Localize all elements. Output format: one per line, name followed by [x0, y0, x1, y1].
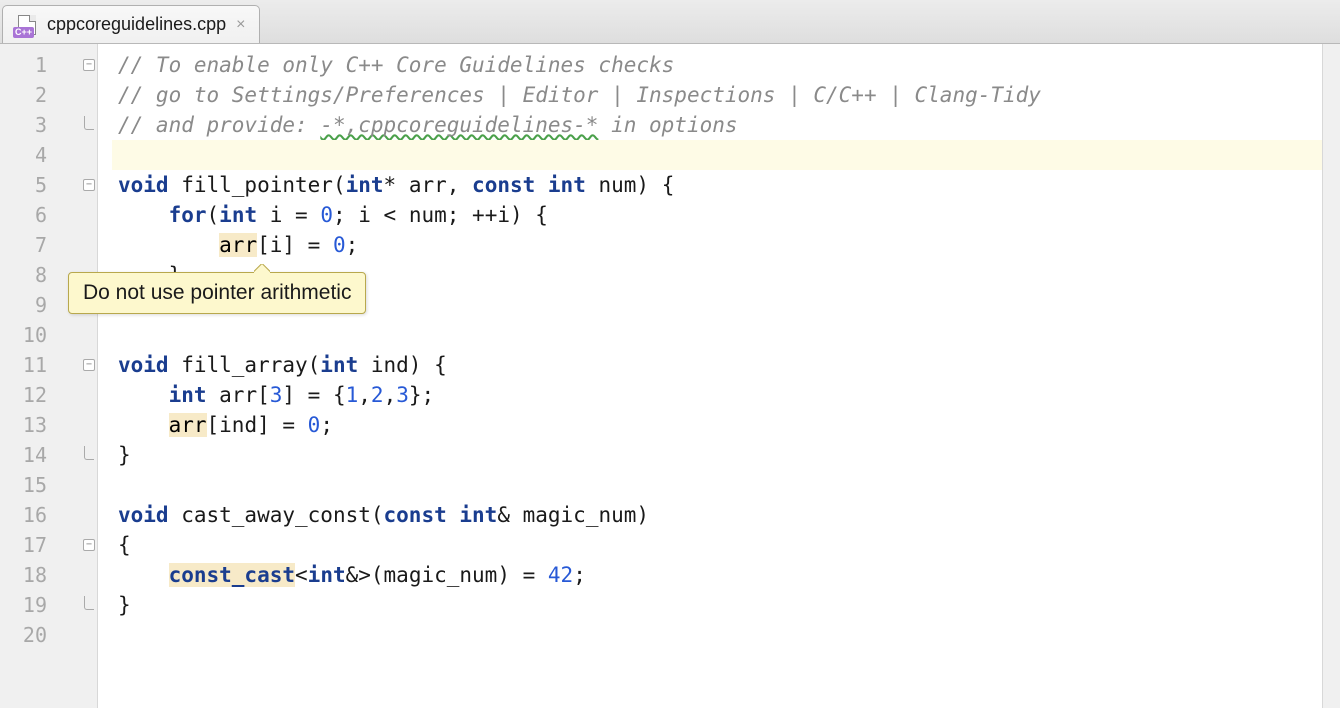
gutter[interactable]: 1− 2 3 4 5− 6 7 8 9 10 11− 12 13 14 15 1…	[0, 44, 98, 708]
line-number[interactable]: 7	[0, 230, 97, 260]
code-line[interactable]: for(int i = 0; i < num; ++i) {	[112, 200, 1322, 230]
line-number[interactable]: 6	[0, 200, 97, 230]
code-line[interactable]: void fill_array(int ind) {	[112, 350, 1322, 380]
close-icon[interactable]: ×	[234, 16, 247, 34]
fold-icon[interactable]: −	[83, 179, 95, 191]
code-line[interactable]: // and provide: -*,cppcoreguidelines-* i…	[112, 110, 1322, 140]
line-number[interactable]: 12	[0, 380, 97, 410]
cpp-file-icon: C++	[15, 14, 39, 36]
error-stripe[interactable]	[1322, 44, 1340, 708]
line-number[interactable]: 17−	[0, 530, 97, 560]
file-tab[interactable]: C++ cppcoreguidelines.cpp ×	[2, 5, 260, 43]
inspection-highlight[interactable]: arr	[169, 413, 207, 437]
inspection-highlight[interactable]: arr	[219, 233, 257, 257]
line-number[interactable]: 2	[0, 80, 97, 110]
code-line[interactable]: void cast_away_const(const int& magic_nu…	[112, 500, 1322, 530]
code-line[interactable]	[112, 320, 1322, 350]
line-number[interactable]: 20	[0, 620, 97, 650]
code-line[interactable]: int arr[3] = {1,2,3};	[112, 380, 1322, 410]
code-line[interactable]: }	[112, 440, 1322, 470]
code-line[interactable]	[112, 470, 1322, 500]
fold-icon[interactable]: −	[83, 59, 95, 71]
code-line[interactable]: arr[i] = 0;	[112, 230, 1322, 260]
editor: 1− 2 3 4 5− 6 7 8 9 10 11− 12 13 14 15 1…	[0, 44, 1340, 708]
line-number[interactable]: 5−	[0, 170, 97, 200]
code-line[interactable]: }	[112, 590, 1322, 620]
line-number[interactable]: 16	[0, 500, 97, 530]
code-line-current[interactable]	[112, 140, 1322, 170]
tab-bar: C++ cppcoreguidelines.cpp ×	[0, 0, 1340, 44]
tooltip-arrow-icon	[254, 264, 270, 273]
fold-icon[interactable]: −	[83, 359, 95, 371]
fold-end-icon	[84, 446, 94, 460]
line-number[interactable]: 1−	[0, 50, 97, 80]
code-line[interactable]: arr[ind] = 0;	[112, 410, 1322, 440]
fold-end-icon	[84, 116, 94, 130]
inspection-highlight[interactable]: const_cast	[169, 563, 295, 587]
code-area[interactable]: // To enable only C++ Core Guidelines ch…	[112, 44, 1322, 708]
tab-filename: cppcoreguidelines.cpp	[47, 14, 226, 35]
fold-icon[interactable]: −	[83, 539, 95, 551]
code-line[interactable]: const_cast<int&>(magic_num) = 42;	[112, 560, 1322, 590]
code-line[interactable]: {	[112, 530, 1322, 560]
line-number[interactable]: 10	[0, 320, 97, 350]
line-number[interactable]: 19	[0, 590, 97, 620]
line-number[interactable]: 4	[0, 140, 97, 170]
line-number[interactable]: 18	[0, 560, 97, 590]
code-line[interactable]: // go to Settings/Preferences | Editor |…	[112, 80, 1322, 110]
tooltip-text: Do not use pointer arithmetic	[83, 281, 351, 304]
line-number[interactable]: 13	[0, 410, 97, 440]
line-number[interactable]: 14	[0, 440, 97, 470]
code-line[interactable]: // To enable only C++ Core Guidelines ch…	[112, 50, 1322, 80]
line-number[interactable]: 3	[0, 110, 97, 140]
inspection-tooltip: Do not use pointer arithmetic	[68, 272, 366, 314]
line-number[interactable]: 15	[0, 470, 97, 500]
code-line[interactable]: void fill_pointer(int* arr, const int nu…	[112, 170, 1322, 200]
change-marker-strip	[98, 44, 112, 708]
fold-end-icon	[84, 596, 94, 610]
code-line[interactable]	[112, 620, 1322, 650]
line-number[interactable]: 11−	[0, 350, 97, 380]
